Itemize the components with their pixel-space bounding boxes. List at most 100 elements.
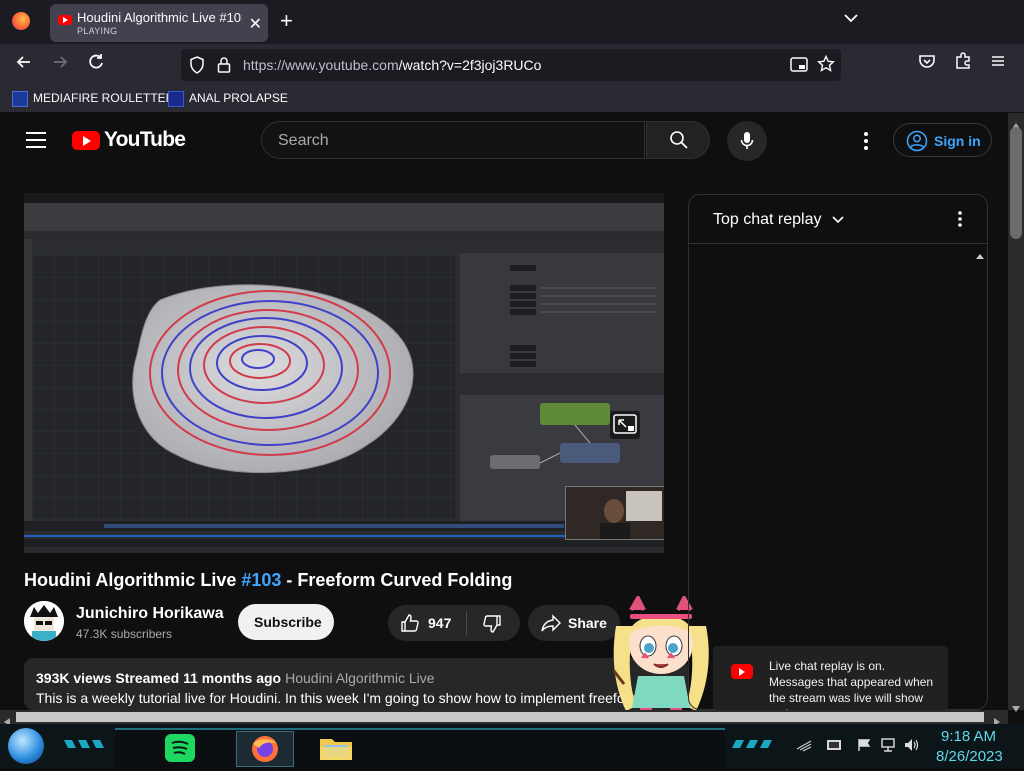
sign-in-button[interactable]: Sign in xyxy=(893,123,992,157)
like-count[interactable]: 947 xyxy=(428,615,451,631)
page-horizontal-scrollbar[interactable] xyxy=(0,710,1008,726)
taskbar-file-explorer-app[interactable] xyxy=(314,731,358,765)
chat-mode-dropdown[interactable]: Top chat replay xyxy=(713,211,844,229)
new-tab-button[interactable]: + xyxy=(280,8,293,34)
extensions-puzzle-icon[interactable] xyxy=(954,52,972,76)
vertical-scroll-thumb[interactable] xyxy=(1010,127,1022,239)
chevron-down-icon xyxy=(832,216,844,223)
video-content-parameter-panel xyxy=(460,243,664,373)
bookmark-favicon-icon xyxy=(168,91,184,107)
spiral-shape-image xyxy=(32,255,456,520)
mediafire-favicon-icon xyxy=(12,91,28,107)
start-button-orb[interactable] xyxy=(8,728,44,764)
youtube-logo-text[interactable]: YouTube xyxy=(104,128,186,152)
thumbs-down-icon[interactable] xyxy=(482,614,502,639)
folder-icon xyxy=(320,739,352,760)
reload-icon[interactable] xyxy=(86,52,106,78)
tab-youtube-video[interactable]: Houdini Algorithmic Live #103 PLAYING ✕ xyxy=(50,4,268,42)
picture-in-picture-icon[interactable] xyxy=(790,57,808,78)
tray-action-center-flag-icon[interactable] xyxy=(856,738,872,752)
url-text[interactable]: https://www.youtube.com/watch?v=2f3joj3R… xyxy=(243,57,541,73)
taskbar-firefox-app[interactable] xyxy=(236,731,294,767)
youtube-play-icon xyxy=(731,664,753,679)
chat-mode-label: Top chat replay xyxy=(713,211,822,228)
chat-more-options-icon[interactable] xyxy=(955,209,965,229)
bookmark-second[interactable]: ANAL PROLAPSE xyxy=(168,91,288,107)
page-vertical-scrollbar[interactable] xyxy=(1008,113,1024,712)
video-content-tabs xyxy=(24,231,664,239)
search-input[interactable]: Search xyxy=(261,121,645,159)
bookmark-label: MEDIAFIRE ROULETTER xyxy=(33,91,175,106)
thumbs-up-icon[interactable] xyxy=(400,613,420,638)
taskbar-spotify-app[interactable] xyxy=(158,731,202,765)
channel-name[interactable]: Junichiro Horikawa xyxy=(76,605,224,623)
spotify-icon xyxy=(165,734,195,762)
sign-in-label: Sign in xyxy=(934,133,981,149)
bookmark-star-icon[interactable] xyxy=(816,54,836,78)
description-text: This is a weekly tutorial live for Houdi… xyxy=(36,690,641,706)
video-title-hashtag-link[interactable]: #103 xyxy=(241,570,281,590)
youtube-favicon-icon xyxy=(58,15,72,25)
taskbar-decoration-right xyxy=(728,734,788,756)
scroll-down-arrow-icon[interactable] xyxy=(1012,699,1020,717)
voice-search-button[interactable] xyxy=(727,121,767,161)
tray-volume-icon[interactable] xyxy=(904,738,920,752)
account-circle-icon xyxy=(906,130,928,152)
views-and-date: 393K views Streamed 11 months ago xyxy=(36,670,282,686)
chat-header: Top chat replay xyxy=(689,195,987,244)
video-title-prefix: Houdini Algorithmic Live xyxy=(24,570,242,590)
list-tabs-chevron-icon[interactable] xyxy=(844,10,858,28)
channel-avatar[interactable] xyxy=(24,601,64,641)
share-label: Share xyxy=(568,615,607,631)
bookmark-mediafire[interactable]: MEDIAFIRE ROULETTER xyxy=(12,91,174,107)
video-stats: 393K views Streamed 11 months ago Houdini… xyxy=(36,670,435,686)
tab-close-icon[interactable]: ✕ xyxy=(249,14,262,34)
taskbar-clock-date[interactable]: 8/26/2023 xyxy=(936,748,1003,765)
search-button[interactable] xyxy=(646,121,710,159)
video-content-menubar xyxy=(24,193,664,203)
firefox-icon[interactable] xyxy=(12,12,30,30)
video-title: Houdini Algorithmic Live #103 - Freeform… xyxy=(24,570,512,591)
tracking-shield-icon[interactable] xyxy=(189,56,205,79)
tab-title: Houdini Algorithmic Live #103 xyxy=(77,10,242,25)
exit-picture-in-picture-icon[interactable] xyxy=(610,411,640,439)
url-bar[interactable]: https://www.youtube.com/watch?v=2f3joj3R… xyxy=(181,49,841,81)
lock-icon[interactable] xyxy=(217,56,231,79)
taskbar-clock-time[interactable]: 9:18 AM xyxy=(941,728,996,745)
video-content-toolbar xyxy=(24,203,664,231)
search-icon xyxy=(670,131,688,149)
tray-network-icon[interactable] xyxy=(880,738,896,752)
video-content-webcam-overlay xyxy=(565,486,664,540)
url-host: https://www.youtube.com xyxy=(243,57,399,73)
forward-arrow-icon[interactable] xyxy=(50,52,70,78)
subscribe-label: Subscribe xyxy=(254,614,322,630)
back-arrow-icon[interactable] xyxy=(14,52,34,78)
subscribe-button[interactable]: Subscribe xyxy=(238,604,334,640)
like-divider xyxy=(466,611,467,635)
tray-gpu-icon[interactable] xyxy=(826,738,842,752)
microphone-icon xyxy=(740,132,754,149)
guide-menu-icon[interactable] xyxy=(26,132,46,148)
taskbar-app-tray xyxy=(115,728,725,770)
video-content-left-tools xyxy=(24,239,32,521)
subscriber-count: 47.3K subscribers xyxy=(76,627,173,641)
taskbar-decoration-left xyxy=(60,734,120,756)
bookmark-label: ANAL PROLAPSE xyxy=(189,91,288,106)
youtube-logo-icon[interactable] xyxy=(72,131,100,150)
video-player[interactable] xyxy=(24,193,664,553)
app-menu-icon[interactable] xyxy=(990,52,1006,75)
chat-scroll-up-icon[interactable] xyxy=(975,247,985,265)
url-path: /watch?v=2f3joj3RUCo xyxy=(398,57,542,73)
description-box[interactable]: 393K views Streamed 11 months ago Houdini… xyxy=(24,658,688,710)
horizontal-scroll-thumb[interactable] xyxy=(16,712,984,722)
chat-replay-notice: Live chat replay is on. Messages that ap… xyxy=(713,646,948,721)
live-chat-panel: Top chat replay xyxy=(688,194,988,710)
video-content-3d-viewport xyxy=(32,255,456,520)
pocket-icon[interactable] xyxy=(918,52,936,76)
tab-playing-status: PLAYING xyxy=(77,26,118,36)
description-hashtag-link[interactable]: Houdini Algorithmic Live xyxy=(285,670,434,686)
tray-show-hidden-icon[interactable] xyxy=(796,738,812,752)
settings-more-icon[interactable] xyxy=(858,130,874,152)
bookmarks-toolbar: MEDIAFIRE ROULETTER ANAL PROLAPSE xyxy=(0,86,1024,113)
like-dislike-segment: 947 xyxy=(388,605,520,641)
